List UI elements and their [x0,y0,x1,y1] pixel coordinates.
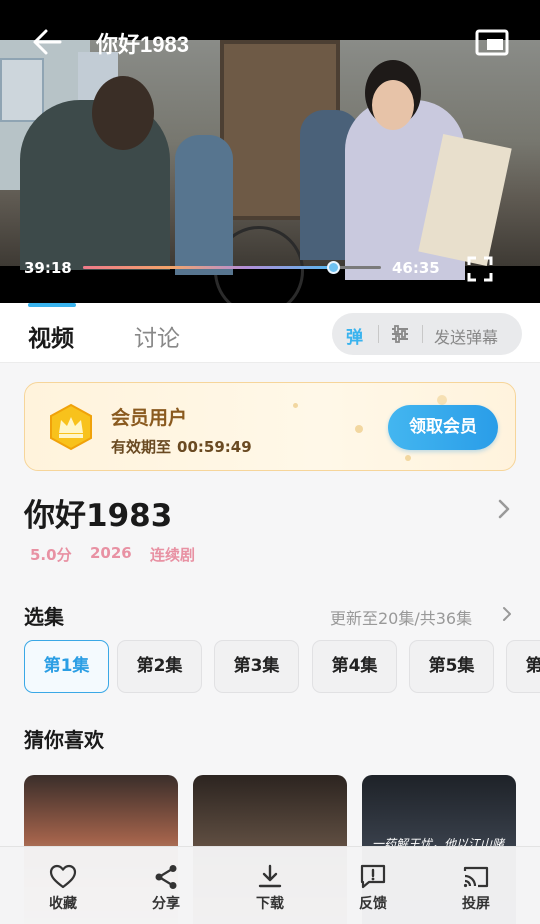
tab-indicator [28,303,76,307]
scene-person-face [372,80,414,130]
share-icon [155,865,177,889]
feedback-label: 反馈 [359,896,387,912]
fullscreen-icon[interactable] [466,255,494,283]
video-title: 你好1983 [96,32,189,57]
heart-icon [49,864,77,889]
episodes-heading: 选集 [24,605,64,629]
picture-in-picture-icon[interactable] [474,28,510,58]
chevron-right-icon[interactable] [500,605,514,623]
vip-card: 会员用户 有效期至 00:59:49 领取会员 [24,382,516,471]
scene-person [175,135,233,275]
player-topbar: 你好1983 [0,0,540,82]
decor-dot [405,455,411,461]
recommend-heading: 猜你喜欢 [24,728,104,752]
show-type: 连续剧 [150,546,196,564]
scene-person-head [92,76,154,150]
tab-discussion[interactable]: 讨论 [134,319,180,353]
tab-video[interactable]: 视频 [28,319,74,353]
sliders-icon[interactable] [390,324,410,344]
divider [378,325,379,343]
share-label: 分享 [152,896,180,912]
download-icon [258,864,282,888]
decor-dot [355,425,363,433]
episode-button-4[interactable]: 第4集 [312,640,397,693]
cast-icon [463,866,489,888]
current-time: 39:18 [24,259,72,277]
progress-bar[interactable] [83,261,381,274]
chevron-right-icon[interactable] [494,498,514,520]
show-score: 5.0分 [30,546,72,564]
progress-thumb[interactable] [327,261,341,274]
vip-expiry-label: 有效期至 [111,438,172,456]
vip-expiry-time: 00:59:49 [177,438,252,456]
crown-icon [50,403,92,451]
episode-button-3[interactable]: 第3集 [214,640,299,693]
decor-dot [293,403,298,408]
episode-update-status[interactable]: 更新至20集/共36集 [330,605,472,629]
vip-title: 会员用户 [111,407,188,429]
decor-dot [437,395,447,405]
tab-bar: 视频 讨论 弹 发送弹幕 [0,303,540,363]
video-player[interactable]: 你好1983 39:18 46:35 [0,0,540,303]
show-title[interactable]: 你好1983 [24,490,172,535]
progress-fill [83,266,334,269]
cast-label: 投屏 [462,896,490,912]
episode-button-2[interactable]: 第2集 [117,640,202,693]
download-button[interactable]: 下载 [240,863,300,913]
episode-button-5[interactable]: 第5集 [409,640,494,693]
share-button[interactable]: 分享 [136,863,196,913]
total-time: 46:35 [392,259,440,277]
cast-button[interactable]: 投屏 [446,863,506,913]
divider [422,325,423,343]
download-label: 下载 [256,896,284,912]
feedback-icon [360,864,386,889]
bottom-action-bar: 收藏 分享 下载 反馈 投屏 [0,846,540,924]
episode-list: 第1集 第2集 第3集 第4集 第5集 第6集 [24,640,540,694]
vip-expiry: 有效期至 00:59:49 [111,436,252,457]
show-year: 2026 [90,544,132,562]
favorite-label: 收藏 [49,896,77,912]
send-danmu-button[interactable]: 发送弹幕 [434,324,498,348]
episode-button-1[interactable]: 第1集 [24,640,109,693]
claim-vip-button[interactable]: 领取会员 [388,405,498,450]
danmu-toggle[interactable]: 弹 [346,323,363,348]
favorite-button[interactable]: 收藏 [33,863,93,913]
episode-button-6[interactable]: 第6集 [506,640,540,693]
danmu-control: 弹 发送弹幕 [332,313,522,355]
feedback-button[interactable]: 反馈 [343,863,403,913]
arrow-left-icon[interactable] [30,28,64,56]
